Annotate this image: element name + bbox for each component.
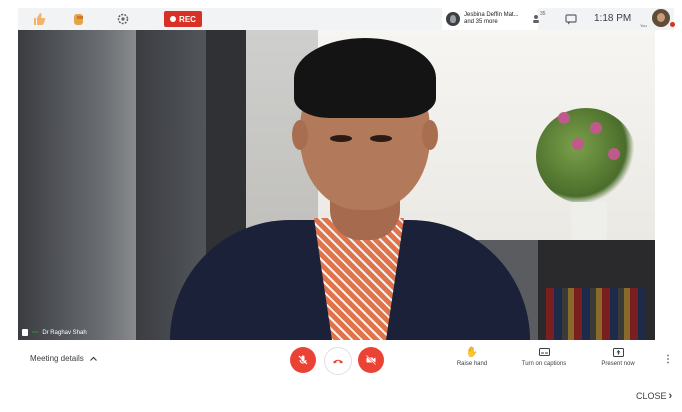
speaking-indicator-icon: ••• [32, 329, 39, 336]
present-now-label: Present now [601, 361, 635, 367]
settings-gear-icon[interactable] [114, 11, 132, 27]
participant-more: and 35 more [464, 19, 498, 25]
people-count-button[interactable]: 35 [530, 11, 548, 27]
speaker-name-tag: ••• Dr Raghav Shah [22, 329, 87, 336]
people-count: 35 [540, 11, 546, 17]
raise-hand-button[interactable]: ✋ Raise hand [442, 346, 502, 368]
more-options-icon[interactable]: ⋮ [663, 354, 673, 365]
microphone-off-icon [298, 355, 308, 365]
speaker-name: Dr Raghav Shah [42, 329, 87, 336]
mic-off-indicator-icon [670, 22, 675, 27]
raise-hand-label: Raise hand [456, 361, 488, 367]
captions-icon [538, 346, 550, 358]
pin-icon[interactable] [22, 329, 28, 336]
participants-summary: Jesbina Deffin Mat... and 35 more [464, 12, 519, 26]
camera-off-button[interactable] [358, 347, 384, 373]
thumbs-up-icon[interactable] [30, 11, 48, 27]
camera-off-icon [365, 354, 377, 366]
video-call-window: REC Jesbina Deffin Mat... and 35 more 35… [0, 0, 682, 412]
meeting-details-label: Meeting details [30, 354, 84, 363]
microphone-off-button[interactable] [290, 347, 316, 373]
main-video-tile: ••• Dr Raghav Shah [18, 30, 655, 340]
present-now-button[interactable]: Present now [588, 346, 648, 367]
recording-label: REC [179, 14, 196, 24]
recording-dot-icon [170, 16, 177, 22]
chat-icon[interactable] [562, 11, 580, 27]
hand-icon: ✋ [465, 346, 479, 358]
participant-name: Jesbina Deffin Mat... [464, 12, 519, 18]
chevron-up-icon [89, 356, 97, 361]
captions-label: Turn on captions [521, 361, 567, 367]
participants-button[interactable]: Jesbina Deffin Mat... and 35 more [442, 8, 538, 30]
close-label: CLOSE [636, 391, 667, 401]
top-toolbar: REC Jesbina Deffin Mat... and 35 more 35… [18, 8, 675, 30]
participant-avatar [446, 12, 460, 26]
meeting-details-button[interactable]: Meeting details [30, 354, 97, 363]
bottom-controls-bar: Meeting details ✋ Raise hand Turn on cap… [18, 340, 674, 380]
clapping-hands-icon[interactable] [70, 11, 88, 27]
recording-badge: REC [164, 11, 202, 27]
end-call-button[interactable] [324, 347, 352, 375]
present-screen-icon [612, 346, 624, 358]
clock-time: 1:18 PM [594, 13, 632, 24]
self-avatar[interactable] [652, 9, 670, 27]
chevron-right-icon: › [668, 390, 673, 402]
you-label: You [640, 23, 647, 28]
close-button[interactable]: CLOSE › [636, 390, 672, 402]
hang-up-icon [333, 359, 343, 364]
captions-button[interactable]: Turn on captions [514, 346, 574, 367]
